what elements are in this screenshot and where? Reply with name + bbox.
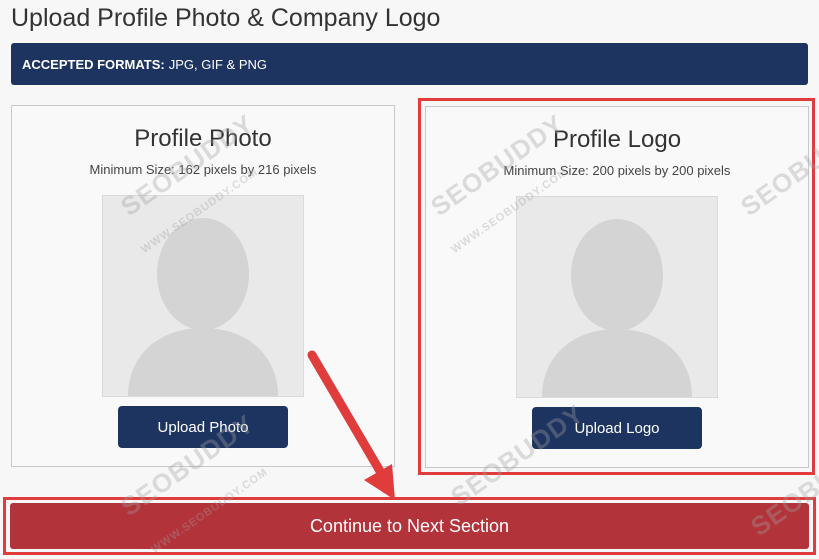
profile-photo-title: Profile Photo <box>134 125 272 152</box>
upload-logo-button[interactable]: Upload Logo <box>532 407 702 449</box>
banner-label: ACCEPTED FORMATS: <box>22 56 165 72</box>
continue-next-section-button[interactable]: Continue to Next Section <box>10 503 809 549</box>
profile-photo-min-size: Minimum Size: 162 pixels by 216 pixels <box>89 162 317 177</box>
person-silhouette-icon <box>102 195 304 397</box>
page-title: Upload Profile Photo & Company Logo <box>11 4 441 32</box>
upload-photo-button[interactable]: Upload Photo <box>118 406 288 448</box>
profile-logo-title: Profile Logo <box>552 126 682 153</box>
accepted-formats-banner: ACCEPTED FORMATS: JPG, GIF & PNG <box>11 43 808 85</box>
profile-photo-card: Profile Photo Minimum Size: 162 pixels b… <box>11 105 395 467</box>
person-silhouette-icon <box>516 196 718 398</box>
profile-logo-min-size: Minimum Size: 200 pixels by 200 pixels <box>503 163 731 178</box>
profile-logo-card: Profile Logo Minimum Size: 200 pixels by… <box>425 106 809 468</box>
banner-formats: JPG, GIF & PNG <box>168 56 268 72</box>
